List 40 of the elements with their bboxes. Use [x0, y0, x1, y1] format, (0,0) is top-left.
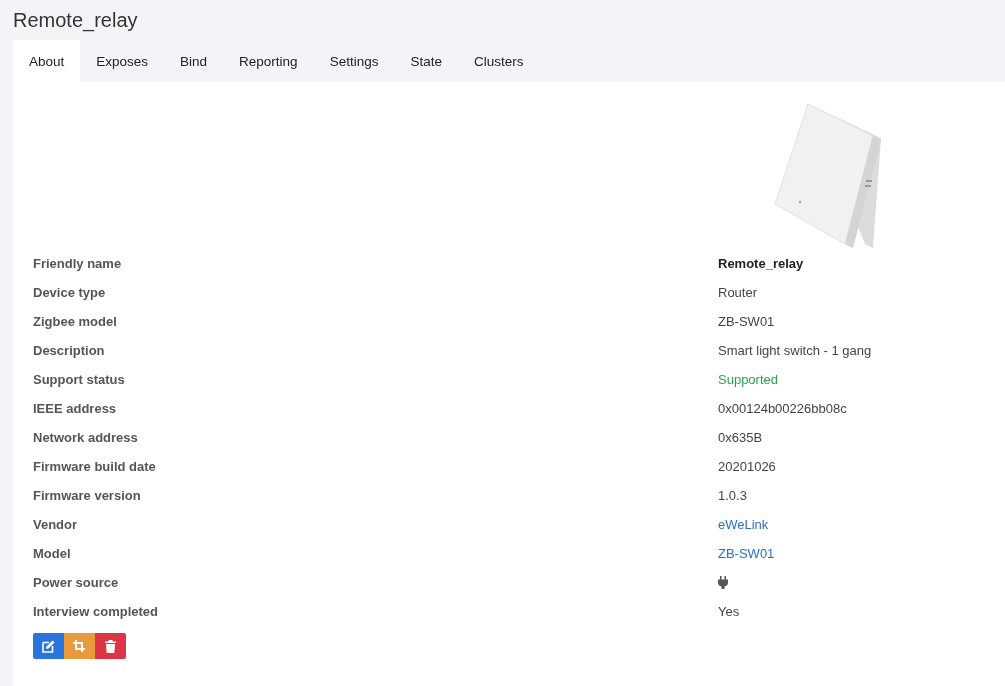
detail-link[interactable]: ZB-SW01 — [718, 546, 775, 561]
detail-label: Vendor — [33, 516, 79, 534]
reconfigure-button[interactable] — [64, 633, 95, 659]
tab[interactable]: Clusters — [457, 40, 540, 82]
detail-label: Friendly name — [33, 255, 123, 273]
detail-value: Smart light switch - 1 gang — [718, 342, 873, 360]
detail-label: Support status — [33, 371, 126, 389]
detail-label: Model — [33, 545, 72, 563]
crop-icon — [72, 640, 87, 652]
edit-icon — [42, 639, 55, 653]
delete-button[interactable] — [95, 633, 126, 659]
tab[interactable]: State — [394, 40, 458, 82]
detail-label: IEEE address — [33, 400, 118, 418]
device-title: Remote_relay — [12, 8, 139, 34]
tab[interactable]: Reporting — [223, 40, 314, 82]
detail-label: Power source — [33, 574, 120, 592]
detail-value: Remote_relay — [718, 255, 805, 273]
detail-label: Description — [33, 342, 106, 360]
detail-value: 20201026 — [718, 458, 777, 476]
detail-value: 0x00124b00226bb08c — [718, 400, 848, 418]
edit-button[interactable] — [33, 633, 64, 659]
detail-label: Zigbee model — [33, 313, 118, 331]
detail-value: Router — [718, 284, 759, 302]
tab[interactable]: About — [13, 40, 81, 82]
tab[interactable]: Exposes — [80, 40, 165, 82]
trash-icon — [105, 639, 116, 653]
detail-label: Firmware version — [33, 487, 142, 505]
detail-label: Firmware build date — [33, 458, 157, 476]
detail-value: ZB-SW01 — [718, 313, 776, 331]
detail-label: Network address — [33, 429, 139, 447]
tab[interactable]: Bind — [164, 40, 224, 82]
detail-link[interactable]: eWeLink — [718, 517, 769, 532]
detail-label: Interview completed — [33, 603, 159, 621]
detail-value: Supported — [718, 371, 779, 389]
tab[interactable]: Settings — [313, 40, 395, 82]
detail-label: Device type — [33, 284, 107, 302]
detail-value: 1.0.3 — [718, 487, 748, 505]
detail-value: 0x635B — [718, 429, 764, 447]
plug-icon — [718, 576, 728, 589]
detail-value: Yes — [718, 603, 741, 621]
